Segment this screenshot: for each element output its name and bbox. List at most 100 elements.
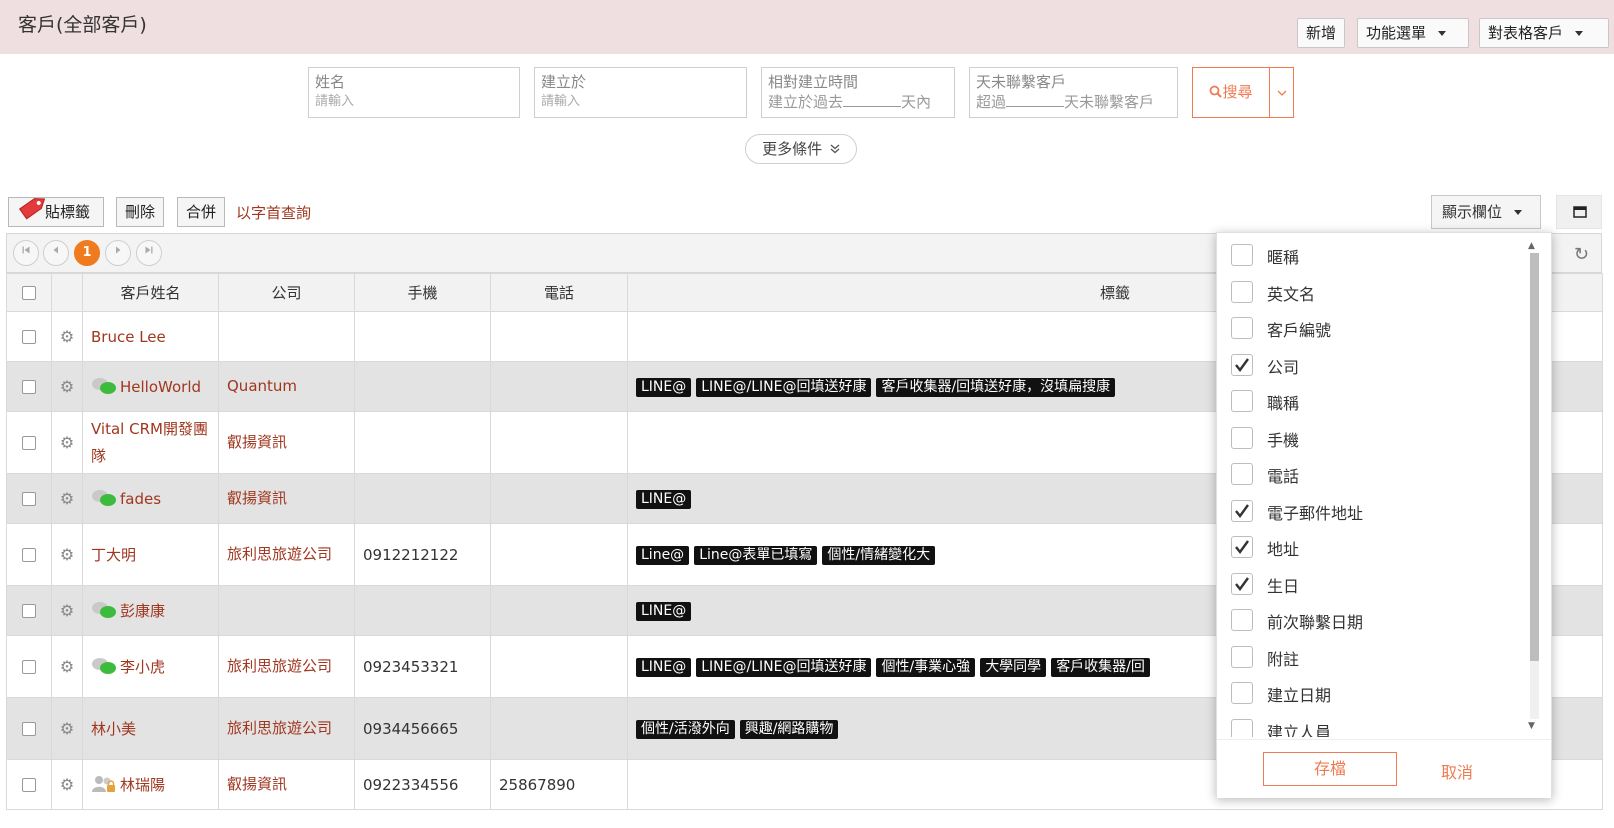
cancel-button[interactable]: 取消 bbox=[1441, 759, 1473, 783]
row-checkbox[interactable] bbox=[22, 722, 36, 736]
customer-name-link[interactable]: HelloWorld bbox=[120, 378, 201, 396]
tag-badge[interactable]: Line@ bbox=[636, 545, 690, 565]
add-button[interactable]: 新增 bbox=[1297, 18, 1346, 48]
column-option[interactable]: 建立日期 bbox=[1217, 675, 1537, 712]
gear-icon[interactable]: ⚙ bbox=[60, 601, 74, 620]
company-link[interactable]: 旅利思旅遊公司 bbox=[227, 545, 332, 563]
tag-badge[interactable]: LINE@ bbox=[636, 377, 692, 397]
column-option-checkbox[interactable] bbox=[1231, 609, 1253, 631]
customer-name-link[interactable]: 李小虎 bbox=[120, 658, 165, 676]
save-button[interactable]: 存檔 bbox=[1263, 752, 1397, 786]
column-option[interactable]: 暱稱 bbox=[1217, 237, 1537, 274]
column-option-checkbox[interactable] bbox=[1231, 353, 1253, 376]
column-header-company[interactable]: 公司 bbox=[218, 273, 355, 312]
search-button[interactable]: 搜尋 bbox=[1192, 67, 1294, 118]
page-number-current[interactable]: 1 bbox=[74, 240, 100, 266]
row-checkbox[interactable] bbox=[22, 492, 36, 506]
relative-created-field[interactable]: 相對建立時間 建立於過去 天內 bbox=[761, 67, 955, 118]
column-option-checkbox[interactable] bbox=[1231, 280, 1253, 303]
company-link[interactable]: 叡揚資訊 bbox=[227, 433, 287, 451]
function-menu-button[interactable]: 功能選單 bbox=[1357, 18, 1469, 48]
column-option-checkbox[interactable] bbox=[1231, 317, 1253, 339]
column-option[interactable]: 客戶編號 bbox=[1217, 310, 1537, 347]
row-checkbox[interactable] bbox=[22, 660, 36, 674]
column-option-checkbox[interactable] bbox=[1231, 536, 1253, 558]
tag-badge[interactable]: 個性/活潑外向 bbox=[636, 719, 735, 739]
relative-days-input[interactable] bbox=[843, 92, 902, 107]
column-option-checkbox[interactable] bbox=[1231, 682, 1253, 704]
gear-icon[interactable]: ⚙ bbox=[60, 327, 74, 346]
row-checkbox[interactable] bbox=[22, 330, 36, 344]
tag-badge[interactable]: 個性/事業心強 bbox=[876, 657, 976, 677]
search-dropdown-toggle[interactable] bbox=[1270, 68, 1294, 117]
refresh-icon[interactable]: ↻ bbox=[1574, 244, 1589, 265]
panel-toggle-button[interactable] bbox=[1556, 195, 1602, 229]
customer-name-link[interactable]: 林瑞陽 bbox=[120, 776, 165, 794]
tag-badge[interactable]: LINE@ bbox=[636, 489, 692, 509]
scroll-down-icon[interactable]: ▼ bbox=[1528, 721, 1535, 731]
row-checkbox[interactable] bbox=[22, 380, 36, 394]
company-link[interactable]: 旅利思旅遊公司 bbox=[227, 719, 332, 737]
tag-badge[interactable]: 個性/情緒變化大 bbox=[822, 545, 936, 565]
customer-name-link[interactable]: fades bbox=[120, 490, 161, 508]
customer-name-link[interactable]: 林小美 bbox=[91, 720, 136, 738]
tag-badge[interactable]: LINE@ bbox=[636, 601, 692, 621]
column-option[interactable]: 電話 bbox=[1217, 456, 1537, 493]
company-link[interactable]: Quantum bbox=[227, 377, 297, 395]
column-header-name[interactable]: 客戶姓名 bbox=[82, 273, 219, 312]
no-contact-field[interactable]: 天未聯繫客戶 超過 天未聯繫客戶 bbox=[969, 67, 1178, 118]
column-option-checkbox[interactable] bbox=[1231, 463, 1253, 485]
company-link[interactable]: 叡揚資訊 bbox=[227, 489, 287, 507]
column-option-checkbox[interactable] bbox=[1231, 390, 1253, 412]
gear-icon[interactable]: ⚙ bbox=[60, 433, 74, 452]
tag-badge[interactable]: 客戶收集器/回 bbox=[1051, 657, 1150, 677]
gear-icon[interactable]: ⚙ bbox=[60, 545, 74, 564]
row-checkbox[interactable] bbox=[22, 436, 36, 450]
select-all-checkbox[interactable] bbox=[22, 286, 36, 300]
company-link[interactable]: 叡揚資訊 bbox=[227, 775, 287, 793]
customer-name-link[interactable]: Bruce Lee bbox=[91, 328, 166, 346]
gear-icon[interactable]: ⚙ bbox=[60, 775, 74, 794]
customer-name-link[interactable]: 丁大明 bbox=[91, 546, 136, 564]
merge-button[interactable]: 合併 bbox=[177, 197, 226, 227]
created-search-field[interactable]: 建立於 請輸入 bbox=[534, 67, 747, 118]
gear-icon[interactable]: ⚙ bbox=[60, 489, 74, 508]
name-search-field[interactable]: 姓名 請輸入 bbox=[308, 67, 520, 118]
column-option[interactable]: 電子郵件地址 bbox=[1217, 493, 1537, 530]
next-page-button[interactable] bbox=[105, 240, 131, 266]
tag-badge[interactable]: 興趣/網路購物 bbox=[739, 719, 839, 739]
column-option-checkbox[interactable] bbox=[1231, 645, 1253, 668]
column-chooser-scrollbar[interactable]: ▲ ▼ bbox=[1527, 241, 1541, 731]
last-page-button[interactable] bbox=[136, 240, 162, 266]
tag-badge[interactable]: LINE@/LINE@回填送好康 bbox=[696, 657, 872, 677]
more-conditions-button[interactable]: 更多條件 bbox=[745, 134, 857, 164]
company-link[interactable]: 旅利思旅遊公司 bbox=[227, 657, 332, 675]
column-option[interactable]: 英文名 bbox=[1217, 274, 1537, 311]
tag-badge[interactable]: 客戶收集器/回填送好康，沒填扁搜康 bbox=[876, 377, 1116, 397]
customer-name-link[interactable]: Vital CRM開發團隊 bbox=[91, 420, 208, 465]
column-option[interactable]: 前次聯繫日期 bbox=[1217, 602, 1537, 639]
column-option[interactable]: 公司 bbox=[1217, 347, 1537, 384]
column-option-checkbox[interactable] bbox=[1231, 718, 1253, 737]
column-option-checkbox[interactable] bbox=[1231, 244, 1253, 266]
column-option[interactable]: 附註 bbox=[1217, 639, 1537, 676]
column-option[interactable]: 建立人員 bbox=[1217, 712, 1537, 737]
scroll-up-icon[interactable]: ▲ bbox=[1528, 241, 1535, 251]
row-checkbox[interactable] bbox=[22, 604, 36, 618]
row-checkbox[interactable] bbox=[22, 548, 36, 562]
scrollbar-thumb[interactable] bbox=[1530, 253, 1539, 661]
column-header-phone[interactable]: 電話 bbox=[490, 273, 628, 312]
prev-page-button[interactable] bbox=[43, 240, 69, 266]
first-page-button[interactable] bbox=[13, 240, 39, 266]
letter-query-link[interactable]: 以字首查詢 bbox=[236, 202, 311, 223]
column-option-checkbox[interactable] bbox=[1231, 572, 1253, 595]
column-option[interactable]: 職稱 bbox=[1217, 383, 1537, 420]
sheet-menu-button[interactable]: 對表格客戶 bbox=[1479, 18, 1609, 48]
column-option[interactable]: 生日 bbox=[1217, 566, 1537, 603]
column-header-mobile[interactable]: 手機 bbox=[354, 273, 491, 312]
nocontact-days-input[interactable] bbox=[1006, 92, 1065, 107]
customer-name-link[interactable]: 彭康康 bbox=[120, 602, 165, 620]
column-option[interactable]: 手機 bbox=[1217, 420, 1537, 457]
row-checkbox[interactable] bbox=[22, 778, 36, 792]
gear-icon[interactable]: ⚙ bbox=[60, 719, 74, 738]
